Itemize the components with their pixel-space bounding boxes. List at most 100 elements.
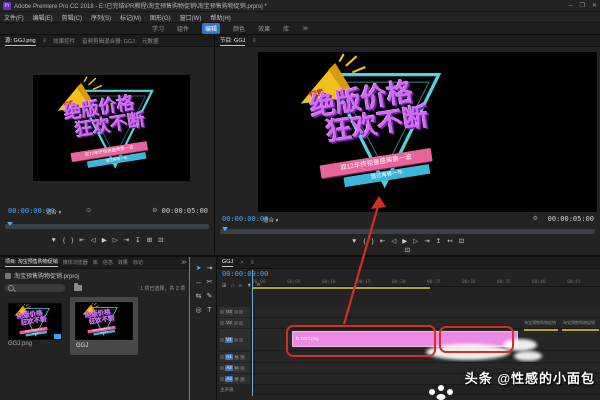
- project-item-selected-card[interactable]: 预售 绝版价格 狂欢不断 双12年终钜惠盛典第一波 错过再等一年 GGJ: [70, 297, 138, 355]
- slip-tool[interactable]: ⇆: [196, 293, 202, 301]
- sync-lock-icon[interactable]: [234, 337, 238, 342]
- maximize-button[interactable]: ❐: [580, 2, 585, 9]
- pen-tool[interactable]: ✎: [207, 293, 213, 301]
- timeline-ruler[interactable]: 00:00 00:05 00:10 00:15 00:20 00:25 00:30 00:35…: [252, 270, 600, 287]
- nest-toggle-icon[interactable]: ⊞: [222, 283, 227, 289]
- workspace-tab-color[interactable]: 颜色: [233, 24, 245, 33]
- program-playhead[interactable]: [222, 227, 228, 231]
- track-output-icon[interactable]: [239, 321, 243, 325]
- workspace-tab-effects[interactable]: 效果: [258, 24, 270, 33]
- sync-lock-icon[interactable]: [234, 310, 238, 314]
- overwrite-icon[interactable]: ⊞: [147, 236, 152, 244]
- menu-item[interactable]: 文件(F): [4, 13, 24, 22]
- tab-info[interactable]: 信息: [103, 259, 113, 266]
- tab-project[interactable]: 项目: 淘宝预售购物促销: [5, 258, 58, 267]
- add-marker-icon[interactable]: ▼: [50, 237, 56, 244]
- menu-item[interactable]: 窗口(W): [180, 13, 202, 22]
- program-settings-icon[interactable]: ⚙: [533, 215, 538, 222]
- add-marker-icon[interactable]: ▼: [351, 238, 357, 245]
- go-to-in-icon[interactable]: ⇤: [380, 237, 385, 245]
- panel-menu-icon[interactable]: ≡: [252, 38, 256, 44]
- mute-button[interactable]: M: [234, 365, 239, 371]
- linked-selection-icon[interactable]: ∞: [239, 283, 243, 289]
- step-back-icon[interactable]: ◁: [91, 236, 96, 244]
- menu-item[interactable]: 标记(M): [120, 13, 141, 22]
- go-to-out-icon[interactable]: ⇥: [124, 236, 129, 244]
- panel-menu-icon[interactable]: ≡: [43, 38, 47, 44]
- lift-icon[interactable]: ↥: [436, 237, 441, 245]
- selection-tool[interactable]: ➤: [196, 265, 202, 273]
- mute-button[interactable]: M: [234, 376, 239, 382]
- project-item-label[interactable]: GGJ.png: [8, 341, 32, 347]
- tab-audio-clip-mixer[interactable]: 音频剪辑混合器: GGJ: [82, 37, 135, 45]
- track-lock-icon[interactable]: [220, 337, 224, 342]
- tab-markers[interactable]: 标记: [133, 259, 143, 266]
- menu-item[interactable]: 编辑(E): [33, 13, 53, 22]
- source-playhead[interactable]: [7, 222, 13, 226]
- timeline-clip-label-right[interactable]: 淘宝预售购物促销: [563, 320, 595, 326]
- workspace-tab-assembly[interactable]: 组件: [177, 24, 189, 33]
- step-forward-icon[interactable]: ▷: [113, 236, 118, 244]
- solo-button[interactable]: S: [240, 376, 245, 382]
- track-output-icon[interactable]: [239, 310, 243, 314]
- solo-button[interactable]: S: [240, 365, 245, 371]
- track-lock-icon[interactable]: [220, 321, 224, 325]
- workspace-overflow-icon[interactable]: ≫: [302, 25, 308, 32]
- export-frame-icon[interactable]: ⊡: [158, 236, 163, 244]
- track-target-v2[interactable]: V2: [225, 320, 233, 326]
- tab-effects[interactable]: 效果: [118, 259, 128, 266]
- close-button[interactable]: ✕: [592, 2, 597, 9]
- tab-effect-controls[interactable]: 效果控件: [53, 37, 75, 45]
- tab-media-browser[interactable]: 媒体浏览器: [63, 259, 88, 266]
- insert-icon[interactable]: ↧: [135, 236, 140, 244]
- panel-menu-icon[interactable]: ≡: [251, 260, 255, 266]
- track-lock-icon[interactable]: [220, 377, 224, 381]
- work-area-bar[interactable]: [252, 287, 430, 289]
- minimize-button[interactable]: ─: [568, 3, 572, 9]
- mark-in-icon[interactable]: {: [363, 238, 365, 245]
- project-tabs-overflow-icon[interactable]: ≫: [181, 259, 187, 266]
- new-bin-folder-icon[interactable]: [74, 283, 82, 291]
- track-lock-icon[interactable]: [220, 355, 224, 359]
- tab-close-icon[interactable]: ×: [240, 260, 243, 266]
- mark-in-icon[interactable]: {: [63, 237, 65, 244]
- workspace-tab-learning[interactable]: 学习: [152, 24, 164, 33]
- track-target-a2[interactable]: A2: [225, 365, 233, 371]
- menu-item[interactable]: 图形(G): [150, 13, 171, 22]
- source-scrub-bar[interactable]: [5, 222, 209, 229]
- snap-icon[interactable]: ∩: [231, 283, 235, 289]
- program-zoom-select[interactable]: 适合 ▾: [263, 216, 278, 224]
- solo-button[interactable]: S: [240, 354, 245, 360]
- export-frame-icon[interactable]: ⊡: [459, 237, 464, 245]
- track-output-icon[interactable]: [239, 337, 243, 342]
- extract-icon[interactable]: ↤: [447, 237, 452, 245]
- tab-metadata[interactable]: 元数据: [142, 37, 159, 45]
- track-target-v1[interactable]: V1: [225, 336, 233, 343]
- mark-out-icon[interactable]: }: [372, 238, 374, 245]
- track-target-v3[interactable]: V3: [225, 309, 233, 315]
- go-to-in-icon[interactable]: ⇤: [79, 236, 84, 244]
- track-target-a3[interactable]: A3: [225, 376, 233, 382]
- workspace-tab-libraries[interactable]: 库: [283, 24, 289, 33]
- search-input[interactable]: [5, 284, 65, 292]
- source-settings-icon[interactable]: ⚙: [152, 207, 157, 214]
- sync-lock-icon[interactable]: [234, 321, 238, 325]
- ripple-edit-tool[interactable]: ↔: [195, 279, 202, 287]
- timeline-clip-v1[interactable]: fx GGJ.png: [292, 331, 518, 347]
- menu-item[interactable]: 帮助(H): [210, 13, 230, 22]
- go-to-out-icon[interactable]: ⇥: [424, 237, 429, 245]
- razor-tool[interactable]: ✂: [207, 279, 213, 287]
- track-target-a1[interactable]: A1: [225, 354, 233, 360]
- track-lock-icon[interactable]: [220, 310, 224, 314]
- timeline-playhead[interactable]: [252, 270, 253, 396]
- track-lock-icon[interactable]: [220, 366, 224, 370]
- step-forward-icon[interactable]: ▷: [413, 237, 418, 245]
- tab-libraries[interactable]: 库: [93, 259, 98, 266]
- menu-item[interactable]: 序列(S): [91, 13, 111, 22]
- program-scrub-bar[interactable]: [220, 227, 595, 234]
- type-tool[interactable]: T: [207, 307, 211, 315]
- hand-tool[interactable]: ◎: [195, 307, 201, 315]
- track-select-forward-tool[interactable]: ⇥: [207, 265, 213, 273]
- mute-button[interactable]: M: [234, 354, 239, 360]
- source-zoom-select[interactable]: 适合 ▾: [46, 208, 61, 216]
